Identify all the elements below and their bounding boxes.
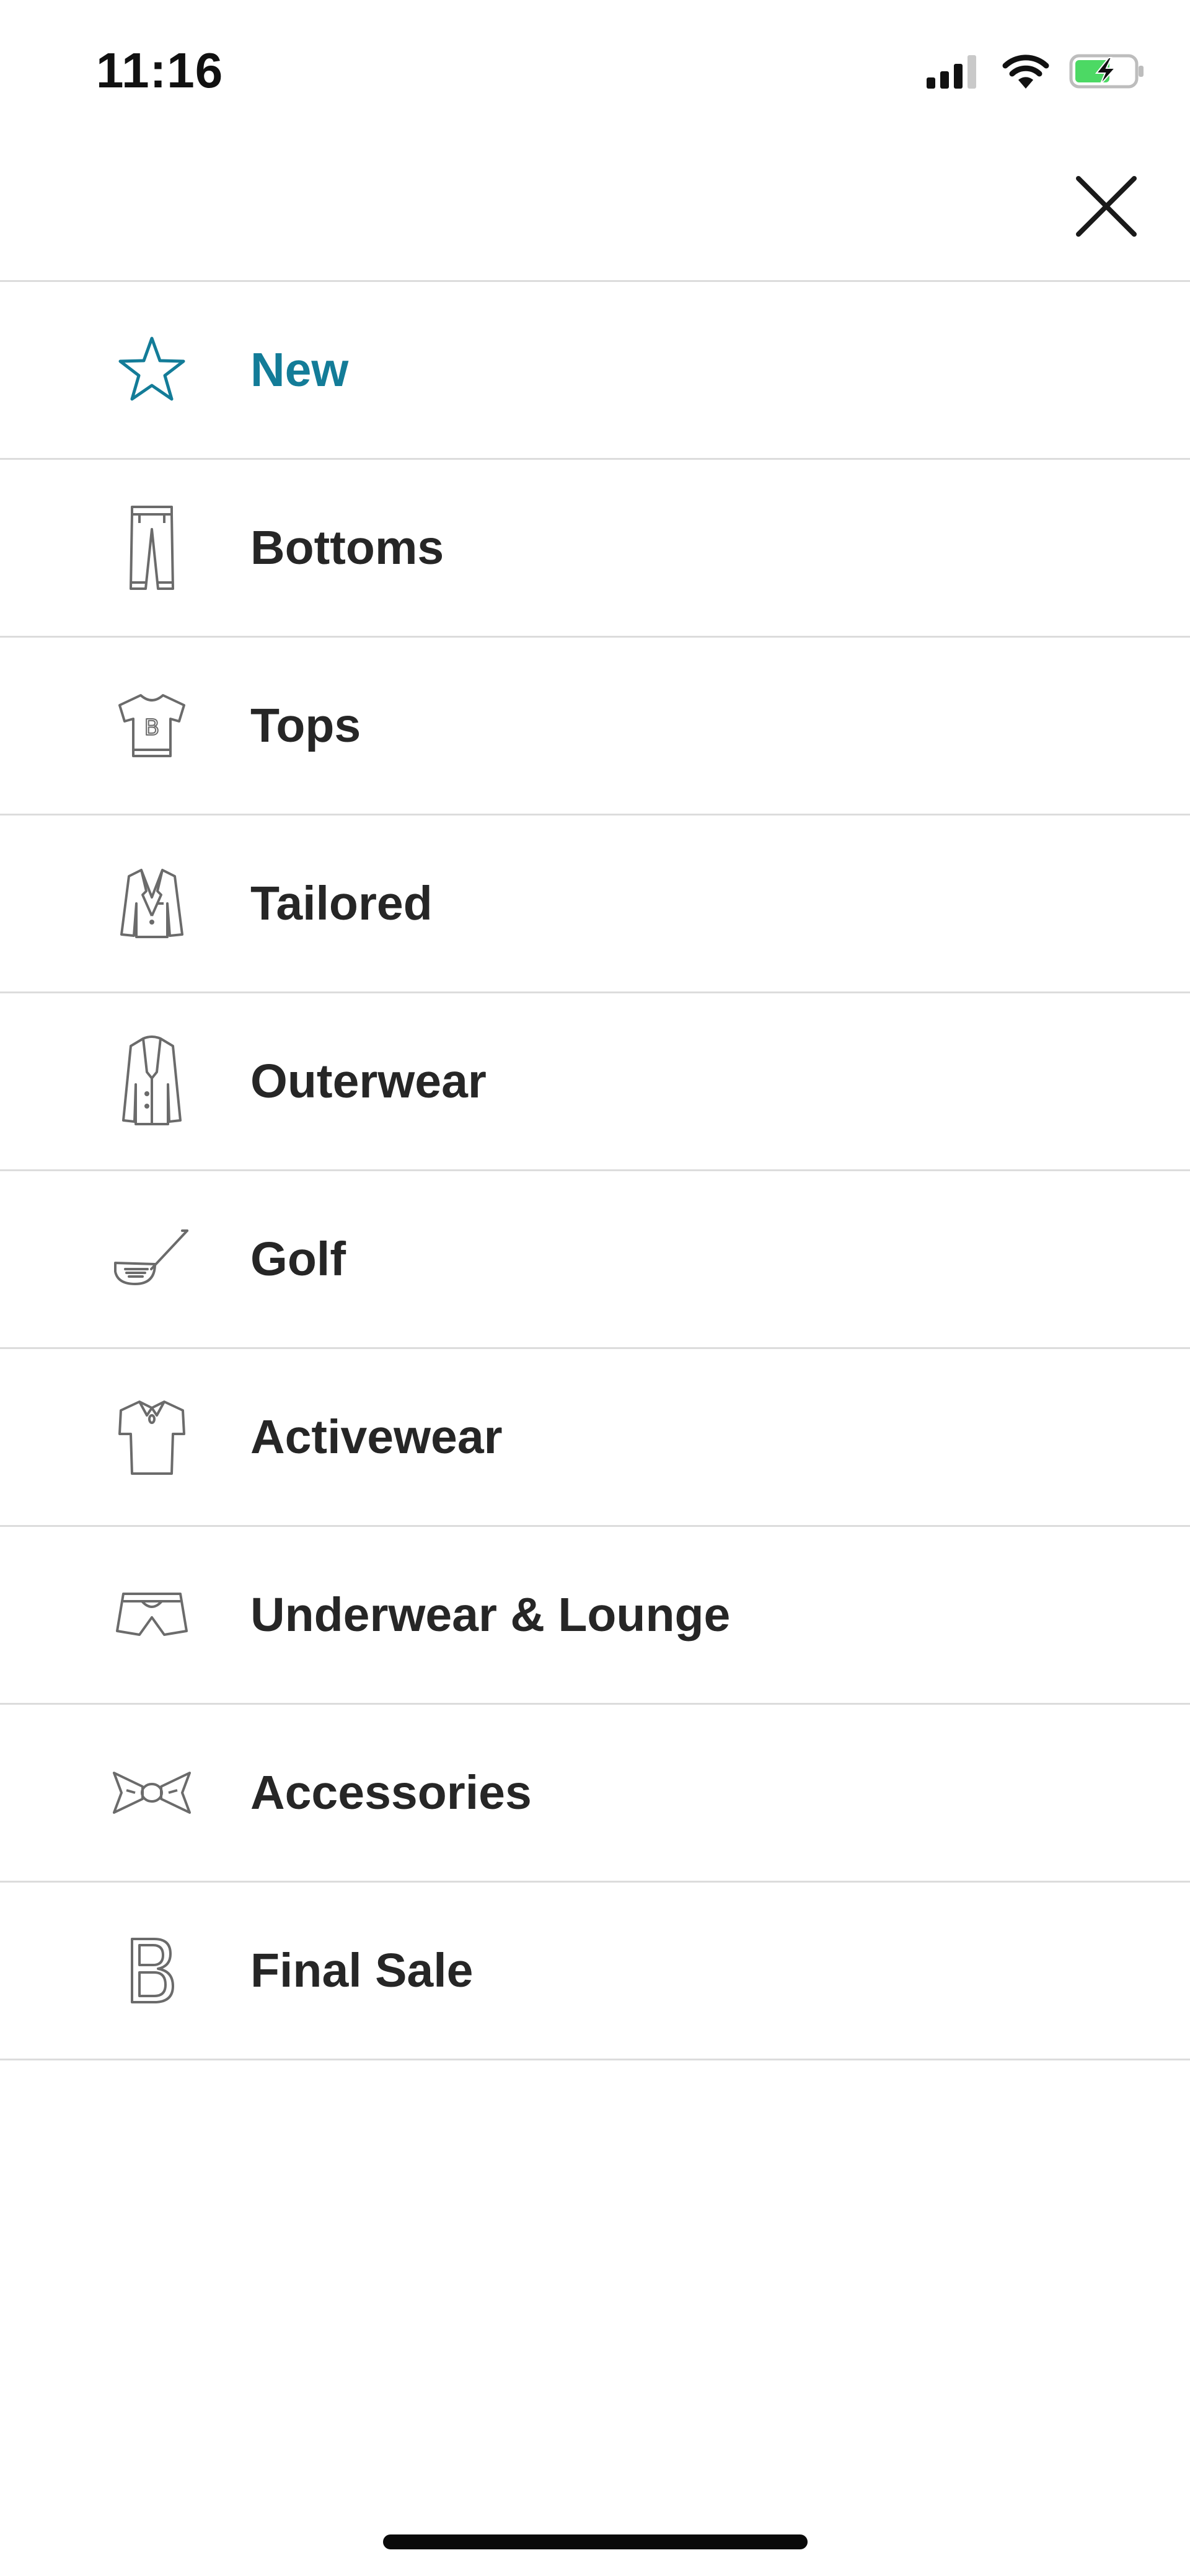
menu-item-final-sale[interactable]: Final Sale [0, 1883, 1190, 2060]
bow-tie-icon [112, 1746, 192, 1839]
menu-item-label: Accessories [250, 1765, 532, 1819]
category-menu: New Bottoms B Tops Tailored Outerwear Go… [0, 280, 1190, 2060]
menu-item-label: Final Sale [250, 1943, 474, 1997]
menu-item-golf[interactable]: Golf [0, 1171, 1190, 1349]
cellular-signal-icon [927, 53, 982, 93]
brand-b-icon [112, 1924, 192, 2017]
star-icon [112, 323, 192, 416]
menu-item-label: Bottoms [250, 521, 444, 574]
golf-club-icon [112, 1213, 192, 1306]
status-icons [927, 53, 1147, 93]
polo-shirt-icon [112, 1391, 192, 1484]
menu-item-label: Outerwear [250, 1054, 487, 1108]
menu-item-bottoms[interactable]: Bottoms [0, 460, 1190, 638]
blazer-icon [112, 857, 192, 950]
close-icon [1075, 175, 1137, 240]
coat-icon [112, 1035, 192, 1128]
menu-item-label: Tops [250, 698, 361, 752]
boxers-icon [112, 1568, 192, 1661]
close-button[interactable] [1072, 174, 1140, 242]
menu-item-tops[interactable]: B Tops [0, 638, 1190, 815]
menu-item-underwear-lounge[interactable]: Underwear & Lounge [0, 1527, 1190, 1705]
tshirt-icon: B [112, 679, 192, 772]
status-time: 11:16 [96, 43, 224, 98]
menu-item-tailored[interactable]: Tailored [0, 815, 1190, 993]
battery-charging-icon [1069, 53, 1147, 93]
home-indicator[interactable] [383, 2534, 808, 2549]
menu-item-label: Tailored [250, 876, 433, 930]
menu-item-outerwear[interactable]: Outerwear [0, 993, 1190, 1171]
wifi-icon [1001, 53, 1051, 93]
menu-item-activewear[interactable]: Activewear [0, 1349, 1190, 1527]
menu-item-label: Activewear [250, 1410, 503, 1464]
pants-icon [112, 501, 192, 594]
menu-item-accessories[interactable]: Accessories [0, 1705, 1190, 1883]
status-bar: 11:16 [0, 0, 1190, 143]
menu-item-label: Underwear & Lounge [250, 1588, 731, 1642]
menu-item-label: Golf [250, 1232, 346, 1286]
svg-text:B: B [144, 715, 160, 741]
menu-item-new[interactable]: New [0, 282, 1190, 460]
menu-item-label: New [250, 343, 349, 397]
